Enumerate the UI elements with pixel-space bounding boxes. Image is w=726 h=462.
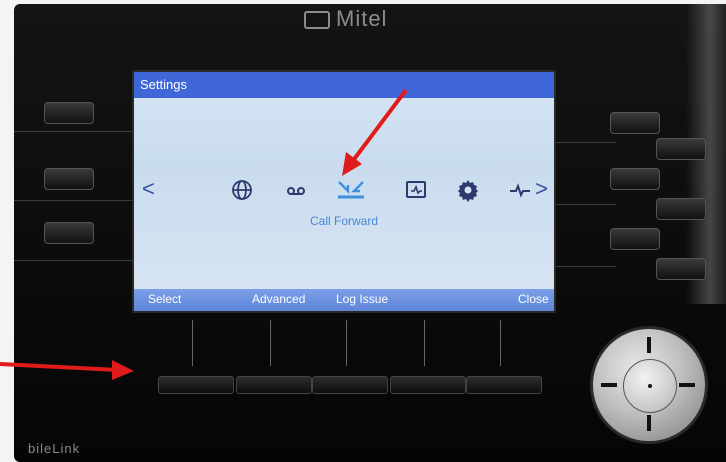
brand-logo: Mitel [304,6,387,32]
physical-softkey-2[interactable] [236,376,312,394]
physical-softkey-5[interactable] [466,376,542,394]
monitor-icon[interactable] [404,178,428,202]
carousel-right-arrow[interactable]: > [535,176,548,202]
voicemail-icon[interactable] [284,178,308,202]
softkey-divider [270,320,271,366]
line-key-divider [14,260,132,261]
softkey-divider [346,320,347,366]
nav-left-icon[interactable] [601,383,617,387]
softkey-log-issue[interactable]: Log Issue [336,292,388,306]
softkey-divider [192,320,193,366]
carousel-left-arrow[interactable]: < [142,176,155,202]
softkey-advanced[interactable]: Advanced [252,292,305,306]
watermark: bileLink [28,441,81,456]
line-key-left-1[interactable] [44,102,94,124]
nav-down-icon[interactable] [647,415,651,431]
call-forward-icon[interactable] [336,178,366,202]
line-key-right-3[interactable] [610,168,660,190]
line-key-right-4[interactable] [656,198,706,220]
diagnostics-icon[interactable] [508,178,532,202]
screen-title: Settings [134,72,554,98]
mitel-logo-icon [304,11,330,30]
brand-name: Mitel [336,6,388,31]
line-key-left-2[interactable] [44,168,94,190]
softkey-select[interactable]: Select [148,292,181,306]
line-key-divider [556,266,616,267]
line-key-right-1[interactable] [610,112,660,134]
navigation-cluster[interactable] [590,326,708,444]
physical-softkey-3[interactable] [312,376,388,394]
gear-icon[interactable] [456,178,480,202]
phone-display: Settings < > Call Forward Select Advance… [132,70,556,313]
nav-up-icon[interactable] [647,337,651,353]
softkey-close[interactable]: Close [518,292,549,306]
nav-ok-button[interactable] [623,359,677,413]
nav-center-dot [648,384,652,388]
physical-softkey-1[interactable] [158,376,234,394]
line-key-divider [556,142,616,143]
settings-icon-carousel: < > [134,170,554,210]
line-key-right-2[interactable] [656,138,706,160]
nav-right-icon[interactable] [679,383,695,387]
line-key-right-5[interactable] [610,228,660,250]
phone-body: Mitel Settings < > Call Forward Select A… [14,4,726,462]
softkey-bar: Select Advanced Log Issue Close [134,289,554,311]
line-key-right-6[interactable] [656,258,706,280]
line-key-divider [14,131,132,132]
globe-icon[interactable] [230,178,254,202]
line-key-divider [556,204,616,205]
line-key-divider [14,200,132,201]
physical-softkey-4[interactable] [390,376,466,394]
line-key-left-3[interactable] [44,222,94,244]
selected-item-label: Call Forward [310,214,379,228]
softkey-divider [500,320,501,366]
softkey-divider [424,320,425,366]
